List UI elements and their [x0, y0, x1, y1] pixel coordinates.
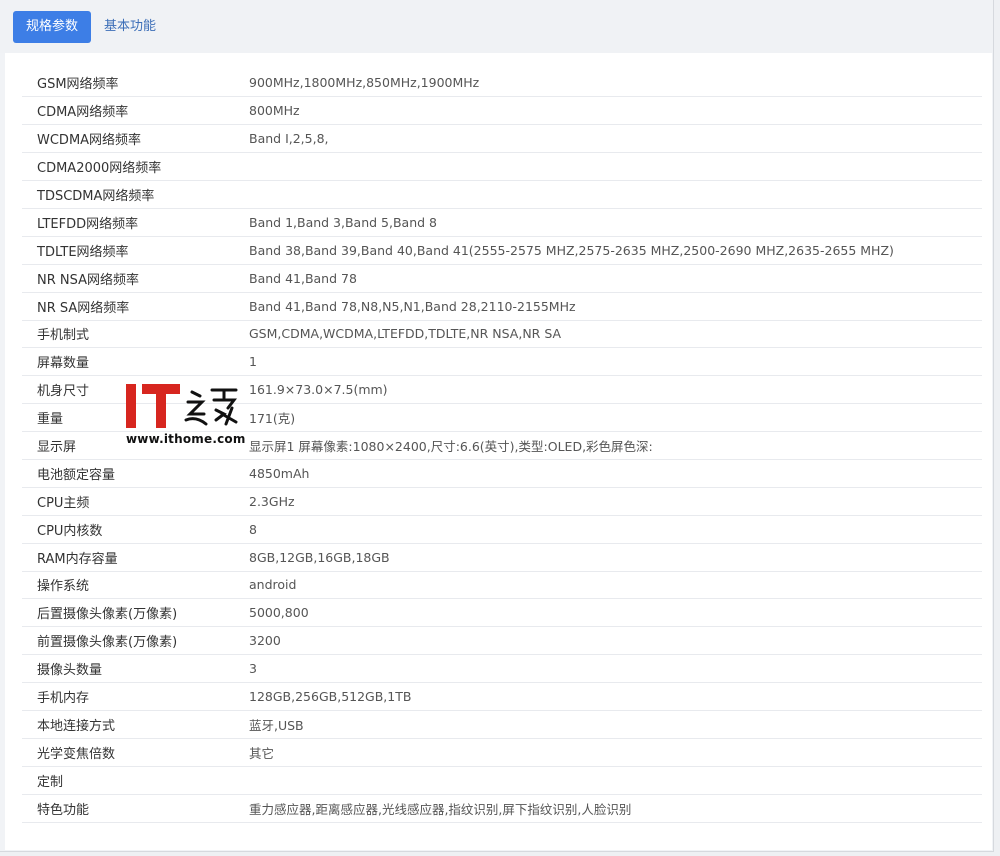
spec-label: TDLTE网络频率	[37, 244, 129, 260]
spec-row: NR NSA网络频率 Band 41,Band 78	[22, 264, 982, 293]
spec-row: TDSCDMA网络频率	[22, 181, 982, 209]
spec-label: 手机制式	[37, 328, 90, 344]
spec-label: RAM内存容量	[37, 551, 118, 567]
spec-row: 屏幕数量 1	[22, 348, 982, 376]
spec-label: 电池额定容量	[37, 467, 116, 483]
spec-value: android	[249, 577, 297, 593]
spec-value: 重力感应器,距离感应器,光线感应器,指纹识别,屏下指纹识别,人脸识别	[249, 801, 632, 817]
spec-value: 其它	[249, 745, 275, 761]
spec-row: 显示屏 显示屏1 屏幕像素:1080×2400,尺寸:6.6(英寸),类型:OLE…	[22, 432, 982, 460]
spec-table: GSM网络频率 900MHz,1800MHz,850MHz,1900MHz CDMA…	[22, 69, 982, 823]
spec-row: 手机内存 128GB,256GB,512GB,1TB	[22, 683, 982, 711]
spec-value: 8GB,12GB,16GB,18GB	[249, 549, 390, 565]
spec-row: 光学变焦倍数 其它	[22, 738, 982, 767]
spec-row: LTEFDD网络频率 Band 1,Band 3,Band 5,Band 8	[22, 208, 982, 237]
spec-row: CDMA2000网络频率	[22, 153, 982, 181]
spec-label: 后置摄像头像素(万像素)	[37, 607, 178, 623]
tab-bar: 规格参数 基本功能	[0, 0, 993, 53]
spec-row: GSM网络频率 900MHz,1800MHz,850MHz,1900MHz	[22, 69, 982, 97]
spec-row: 本地连接方式 蓝牙,USB	[22, 710, 982, 739]
spec-row: WCDMA网络频率 Band Ⅰ,2,5,8,	[22, 125, 982, 153]
spec-value: 161.9×73.0×7.5(mm)	[249, 382, 388, 398]
spec-row: CDMA网络频率 800MHz	[22, 97, 982, 125]
spec-row: 电池额定容量 4850mAh	[22, 459, 982, 488]
spec-row: 后置摄像头像素(万像素) 5000,800	[22, 599, 982, 627]
spec-value: 3200	[249, 633, 281, 649]
spec-row: TDLTE网络频率 Band 38,Band 39,Band 40,Band 41…	[22, 236, 982, 265]
spec-label: 屏幕数量	[37, 356, 90, 372]
spec-value: Band 41,Band 78	[249, 270, 357, 286]
spec-row: 前置摄像头像素(万像素) 3200	[22, 627, 982, 655]
spec-label: 操作系统	[37, 579, 90, 595]
spec-row: 特色功能 重力感应器,距离感应器,光线感应器,指纹识别,屏下指纹识别,人脸识别	[22, 794, 982, 823]
spec-value: Band 1,Band 3,Band 5,Band 8	[249, 214, 437, 230]
spec-row: RAM内存容量 8GB,12GB,16GB,18GB	[22, 543, 982, 572]
spec-value: GSM,CDMA,WCDMA,LTEFDD,TDLTE,NR NSA,NR SA	[249, 326, 562, 342]
spec-label: WCDMA网络频率	[37, 133, 142, 149]
spec-value: 3	[249, 661, 257, 677]
spec-value: 5000,800	[249, 605, 309, 621]
spec-label: 特色功能	[37, 802, 90, 818]
spec-label: NR NSA网络频率	[37, 272, 140, 288]
spec-label: 摄像头数量	[37, 663, 103, 679]
spec-value: Band 41,Band 78,N8,N5,N1,Band 28,2110-21…	[249, 298, 576, 314]
spec-row: CPU主频 2.3GHz	[22, 487, 982, 516]
spec-row: 操作系统 android	[22, 571, 982, 599]
spec-row: NR SA网络频率 Band 41,Band 78,N8,N5,N1,Band 2…	[22, 292, 982, 321]
spec-label: CPU主频	[37, 495, 90, 511]
spec-value: 171(克)	[249, 411, 296, 427]
spec-label: CDMA2000网络频率	[37, 161, 162, 177]
spec-row: 机身尺寸 161.9×73.0×7.5(mm)	[22, 376, 982, 404]
spec-label: 手机内存	[37, 691, 90, 707]
spec-row: 手机制式 GSM,CDMA,WCDMA,LTEFDD,TDLTE,NR NSA,N…	[22, 320, 982, 348]
spec-row: 定制	[22, 766, 982, 795]
spec-label: 定制	[37, 774, 64, 790]
spec-value: 2.3GHz	[249, 493, 295, 509]
spec-row: 重量 171(克)	[22, 404, 982, 432]
spec-label: CDMA网络频率	[37, 105, 129, 121]
spec-value	[249, 181, 982, 209]
spec-value: 900MHz,1800MHz,850MHz,1900MHz	[249, 75, 480, 91]
spec-value	[249, 153, 982, 181]
spec-label: 光学变焦倍数	[37, 746, 116, 762]
tab-basic-functions[interactable]: 基本功能	[91, 11, 169, 43]
spec-value: 1	[249, 354, 257, 370]
spec-value: Band Ⅰ,2,5,8,	[249, 131, 329, 147]
spec-value: Band 38,Band 39,Band 40,Band 41(2555-257…	[249, 242, 894, 258]
spec-label: CPU内核数	[37, 523, 103, 539]
spec-label: 机身尺寸	[37, 384, 90, 400]
spec-label: 本地连接方式	[37, 718, 116, 734]
spec-value: 8	[249, 521, 257, 537]
spec-label: NR SA网络频率	[37, 300, 130, 316]
spec-row: CPU内核数 8	[22, 515, 982, 544]
spec-value: 128GB,256GB,512GB,1TB	[249, 689, 412, 705]
spec-label: 显示屏	[37, 440, 77, 456]
spec-value	[249, 766, 982, 794]
spec-label: TDSCDMA网络频率	[37, 189, 155, 204]
spec-label: GSM网络频率	[37, 77, 119, 93]
spec-label: 重量	[37, 412, 64, 428]
spec-row: 摄像头数量 3	[22, 655, 982, 683]
spec-page: 规格参数 基本功能 GSM网络频率 900MHz,1800MHz,850MHz,1…	[0, 0, 994, 852]
spec-label: LTEFDD网络频率	[37, 216, 139, 232]
spec-value: 显示屏1 屏幕像素:1080×2400,尺寸:6.6(英寸),类型:OLED,彩…	[249, 439, 653, 455]
spec-value: 蓝牙,USB	[249, 717, 304, 733]
spec-value: 800MHz	[249, 103, 300, 119]
tab-specifications[interactable]: 规格参数	[13, 10, 92, 43]
spec-value: 4850mAh	[249, 465, 310, 481]
spec-panel: GSM网络频率 900MHz,1800MHz,850MHz,1900MHz CDMA…	[5, 53, 992, 850]
spec-label: 前置摄像头像素(万像素)	[37, 635, 178, 651]
